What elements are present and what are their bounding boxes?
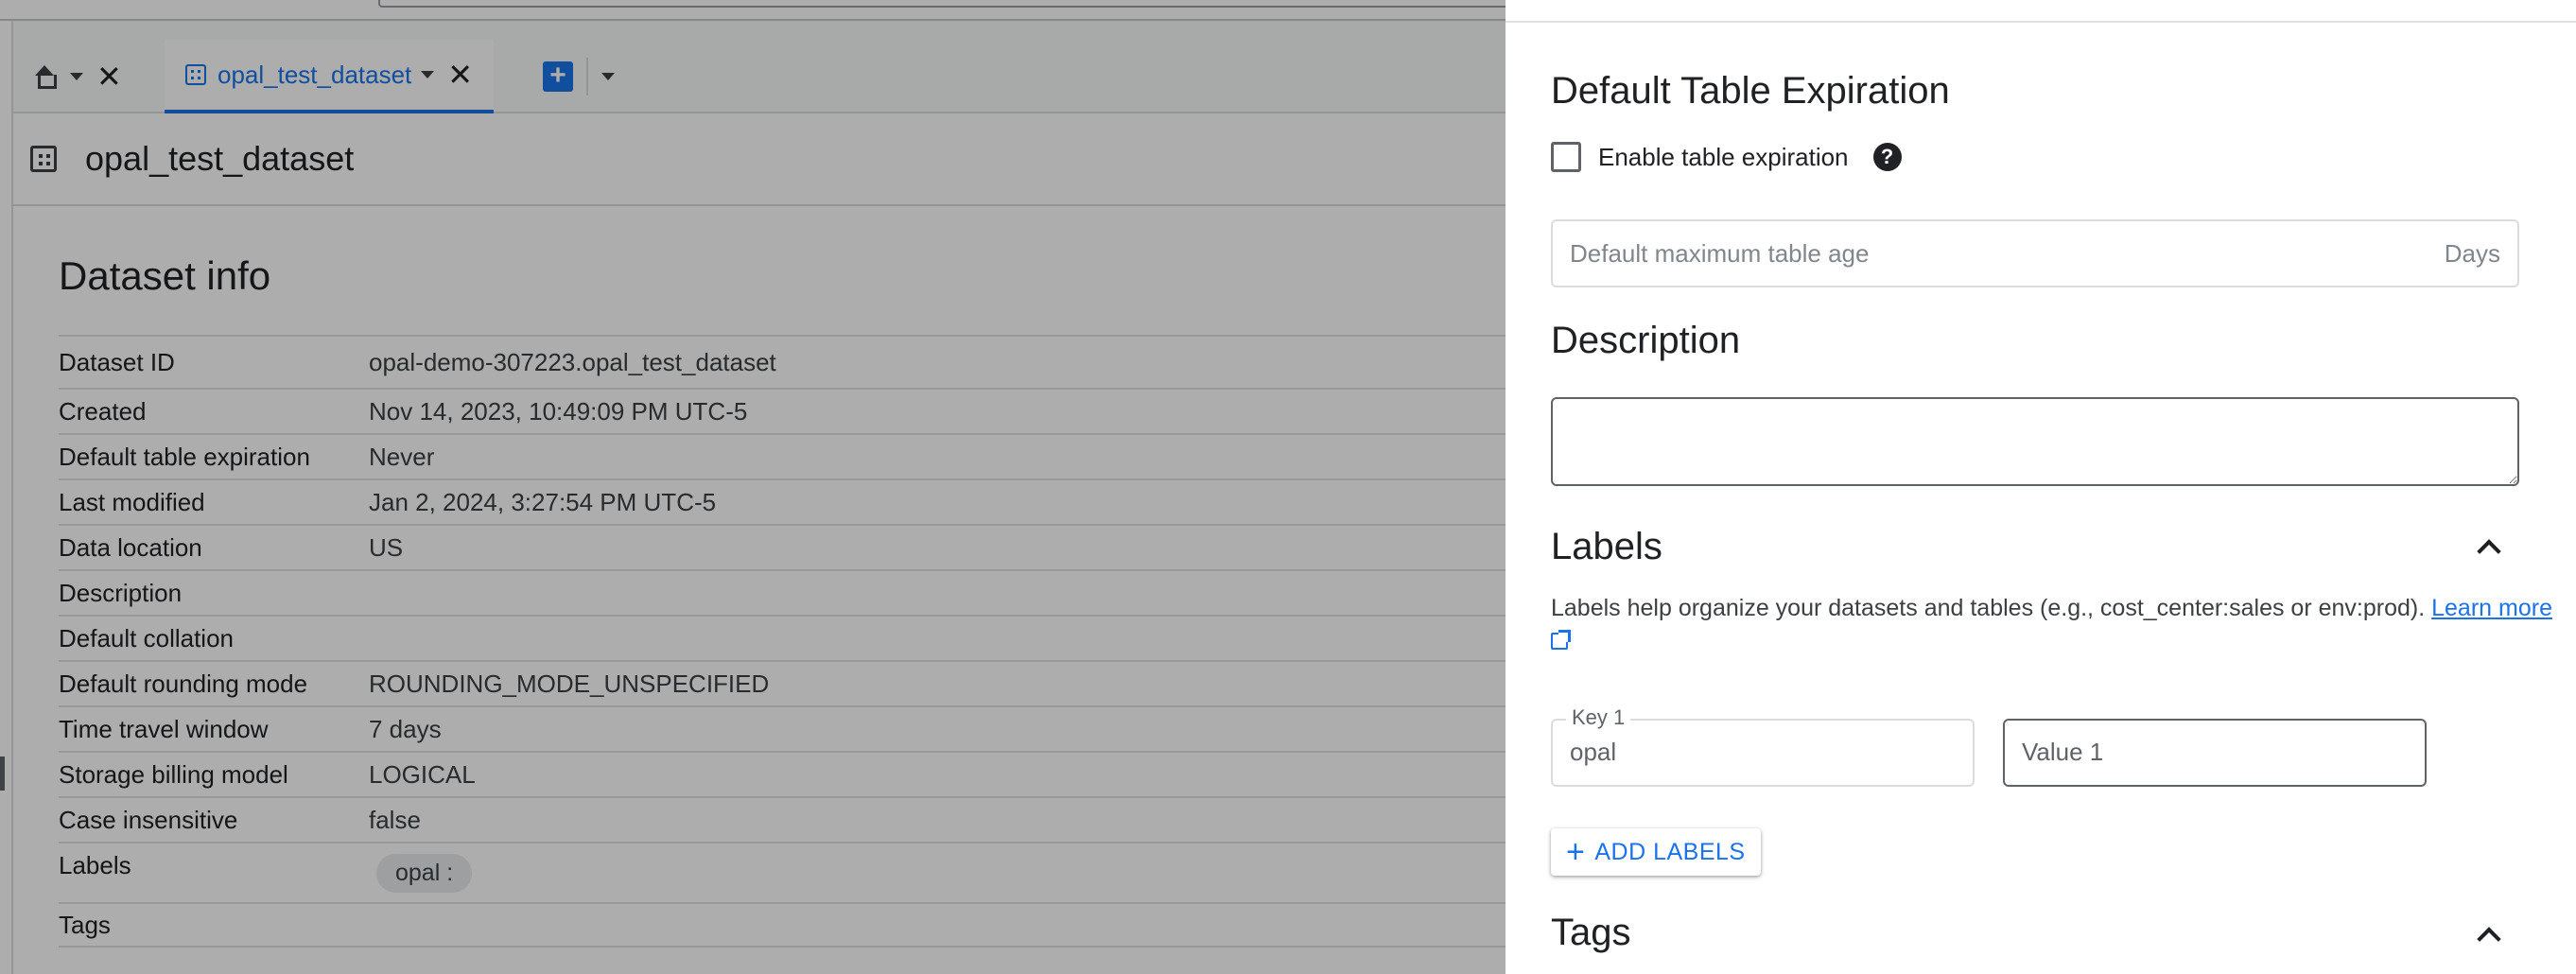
add-labels-button[interactable]: + ADD LABELS	[1551, 828, 1761, 876]
tags-collapse-button[interactable]	[2472, 919, 2506, 953]
panel-top-bar	[1506, 0, 2576, 23]
chevron-up-icon	[2477, 539, 2501, 564]
label-key-floating-label: Key 1	[1566, 705, 1631, 730]
label-value-input[interactable]	[2022, 738, 2400, 767]
background-page: ✕ opal_test_dataset ✕ + opal_test_datase…	[0, 0, 1506, 974]
plus-icon: +	[1566, 834, 1586, 870]
help-icon[interactable]: ?	[1872, 143, 1902, 171]
label-value-field[interactable]	[2003, 719, 2427, 787]
labels-heading: Labels	[1551, 526, 1662, 567]
modal-scrim[interactable]	[0, 0, 1506, 974]
label-key-field[interactable]: Key 1	[1551, 705, 1975, 787]
edit-dataset-panel: Default Table Expiration Enable table ex…	[1506, 0, 2576, 974]
learn-more-link[interactable]: Learn more	[2431, 595, 2552, 621]
chevron-up-icon	[2477, 927, 2501, 951]
max-table-age-input[interactable]	[1570, 238, 2326, 269]
expiration-heading: Default Table Expiration	[1551, 70, 1950, 112]
description-textarea[interactable]	[1551, 397, 2519, 486]
add-labels-label: ADD LABELS	[1594, 838, 1746, 865]
tags-heading: Tags	[1551, 912, 1631, 953]
label-key-input[interactable]	[1570, 738, 1948, 767]
enable-expiration-row[interactable]: Enable table expiration ?	[1551, 142, 1902, 172]
description-heading: Description	[1551, 320, 1741, 361]
days-suffix: Days	[2444, 238, 2500, 268]
open-in-new-icon[interactable]	[1551, 630, 1571, 650]
enable-expiration-label[interactable]: Enable table expiration	[1598, 143, 1849, 172]
labels-help-copy: Labels help organize your datasets and t…	[1551, 595, 2426, 621]
labels-help-text: Labels help organize your datasets and t…	[1551, 592, 2553, 656]
labels-collapse-button[interactable]	[2472, 531, 2506, 565]
max-table-age-field[interactable]: Days	[1551, 219, 2519, 287]
enable-expiration-checkbox[interactable]	[1551, 142, 1581, 172]
